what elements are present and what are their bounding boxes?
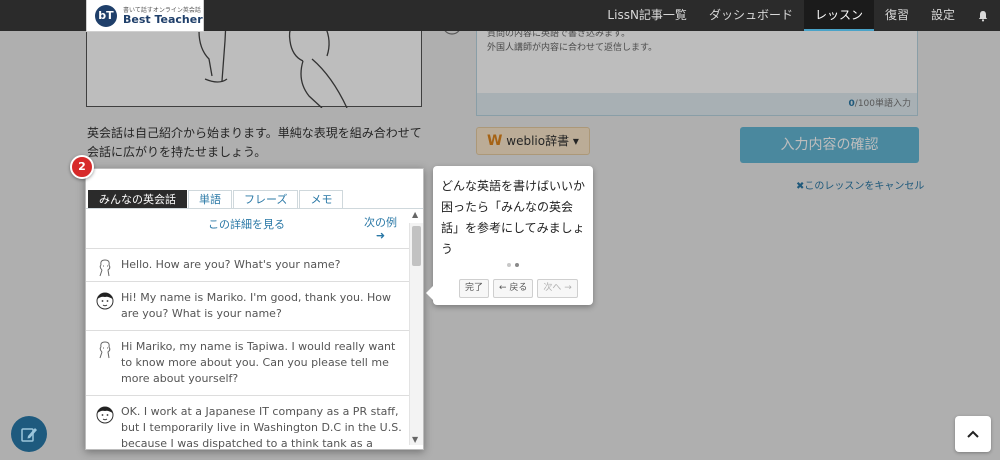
tour-step-badge: 2 (70, 155, 94, 179)
scroll-up-icon[interactable]: ▲ (412, 210, 418, 219)
tour-dot-active (515, 263, 519, 267)
mariko-avatar-icon (96, 406, 114, 424)
nav-item-lesson[interactable]: レッスン (803, 0, 874, 31)
app-logo[interactable]: bT 書いて話すオンライン英会話 Best Teacher (86, 0, 204, 32)
notifications-button[interactable] (966, 0, 1000, 31)
view-details-link[interactable]: この詳細を見る (208, 216, 285, 232)
conversation-list: Hello. How are you? What's your name? Hi… (86, 249, 409, 450)
mariko-avatar-icon (96, 292, 114, 310)
top-navbar: bT 書いて話すオンライン英会話 Best Teacher LissN記事一覧 … (0, 0, 1000, 32)
tab-words[interactable]: 単語 (188, 190, 232, 208)
tab-underline (86, 208, 423, 209)
conversation-item: Hi Mariko, my name is Tapiwa. I would re… (86, 331, 409, 396)
nav-item-dashboard[interactable]: ダッシュボード (698, 0, 804, 31)
conversation-text: Hi! My name is Mariko. I'm good, thank y… (121, 291, 391, 320)
tour-next-button[interactable]: 次へ → (537, 279, 578, 298)
panel-tabs: みんなの英会話 単語 フレーズ メモ (88, 190, 344, 208)
conversation-text: OK. I work at a Japanese IT company as a… (121, 405, 402, 450)
scroll-to-top-button[interactable] (955, 416, 991, 452)
chevron-up-icon (967, 430, 979, 438)
conversation-text: Hello. How are you? What's your name? (121, 258, 341, 271)
edit-floating-button[interactable] (11, 416, 47, 452)
bell-icon (978, 11, 988, 22)
nav-item-review[interactable]: 復習 (874, 0, 920, 31)
conversation-item: OK. I work at a Japanese IT company as a… (86, 396, 409, 450)
tour-tooltip: どんな英語を書けばいいか困ったら「みんなの英会話」を参考にしてみましょう 完了 … (426, 166, 593, 305)
tab-phrases[interactable]: フレーズ (233, 190, 299, 208)
scroll-down-icon[interactable]: ▼ (412, 435, 418, 444)
conversation-text: Hi Mariko, my name is Tapiwa. I would re… (121, 340, 396, 385)
nav-item-articles[interactable]: LissN記事一覧 (596, 0, 698, 31)
tooltip-arrow (426, 286, 433, 300)
tour-progress-dots (507, 263, 519, 267)
logo-name: Best Teacher (123, 13, 203, 26)
tab-memo[interactable]: メモ (299, 190, 344, 208)
tour-buttons: 完了 ← 戻る 次へ → (459, 279, 582, 298)
next-example-label: 次の例 (364, 216, 397, 229)
tour-message: どんな英語を書けばいいか困ったら「みんなの英会話」を参考にしてみましょう (441, 179, 586, 256)
tapiwa-avatar-icon (99, 341, 111, 359)
conversation-item: Hi! My name is Mariko. I'm good, thank y… (86, 282, 409, 331)
panel-scrollbar[interactable] (409, 223, 423, 445)
tapiwa-avatar-icon (99, 259, 111, 277)
nav-item-settings[interactable]: 設定 (920, 0, 966, 31)
edit-icon (21, 428, 37, 442)
main-nav: LissN記事一覧 ダッシュボード レッスン 復習 設定 (596, 0, 1000, 31)
conversation-panel: みんなの英会話 単語 フレーズ メモ この詳細を見る 次の例 ➜ Hello. … (85, 168, 424, 450)
conversation-item: Hello. How are you? What's your name? (86, 249, 409, 282)
tour-dot (507, 263, 511, 267)
scrollbar-thumb[interactable] (412, 226, 421, 266)
tab-everyone-conversation[interactable]: みんなの英会話 (88, 190, 187, 208)
arrow-right-icon: ➜ (375, 229, 386, 242)
next-example-link[interactable]: 次の例 ➜ (364, 216, 397, 242)
tour-finish-button[interactable]: 完了 (459, 279, 490, 298)
tour-back-button[interactable]: ← 戻る (493, 279, 534, 298)
logo-mark: bT (95, 5, 117, 27)
